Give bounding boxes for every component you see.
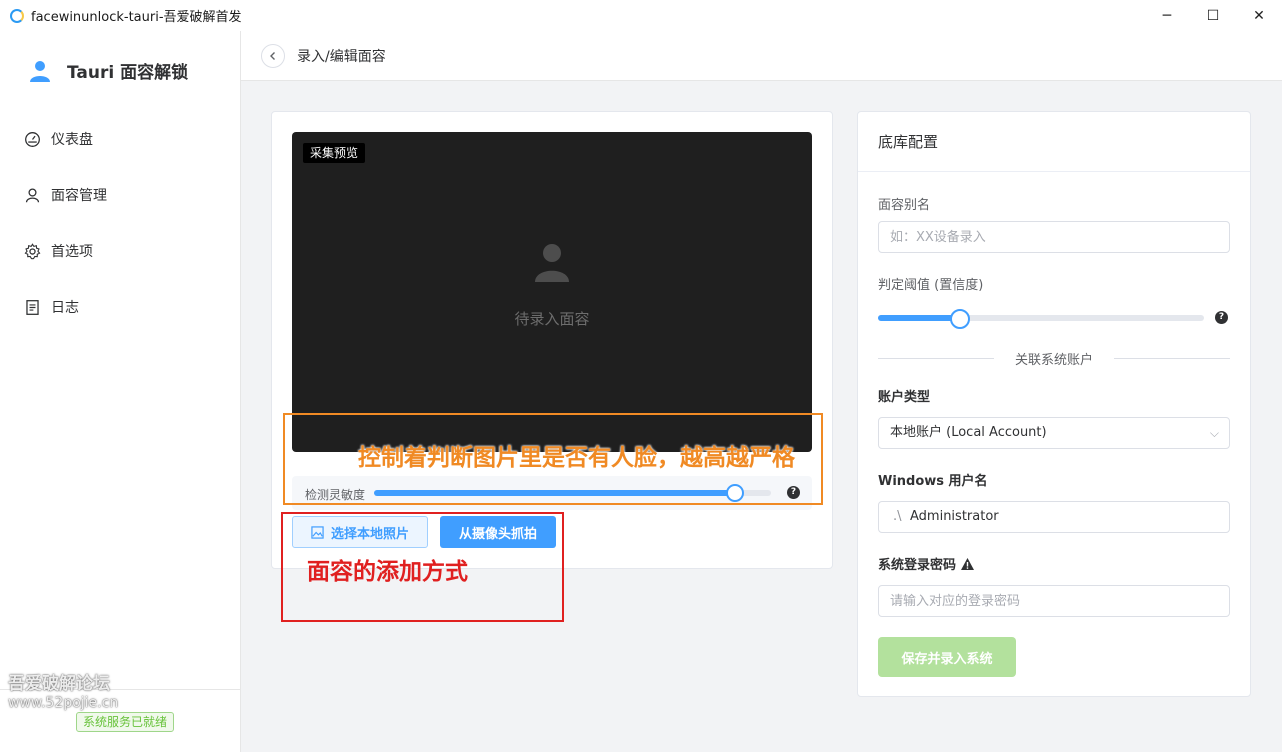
minimize-button[interactable]: ─ [1144, 0, 1190, 31]
chevron-left-icon [270, 51, 275, 60]
back-button[interactable] [261, 43, 285, 68]
preview-tag: 采集预览 [303, 143, 366, 163]
threshold-slider-thumb[interactable] [949, 309, 970, 329]
close-button[interactable]: ✕ [1236, 0, 1282, 31]
capture-preview: 采集预览 待录入面容 [292, 132, 812, 452]
brand: Tauri 面容解锁 [28, 58, 188, 83]
config-title: 底库配置 [858, 112, 1250, 172]
config-card: 底库配置 面容别名 判定阈值 (置信度) ? 关联系统账户 账户类型 本地账户 … [857, 111, 1251, 697]
gear-icon [24, 242, 41, 259]
sidebar-item-logs[interactable]: 日志 [0, 279, 240, 335]
save-button[interactable]: 保存并录入系统 [878, 637, 1016, 677]
sidebar-item-label: 仪表盘 [51, 132, 93, 148]
preview-placeholder-text: 待录入面容 [514, 310, 590, 328]
watermark-line1: 吾爱破解论坛 [8, 674, 110, 694]
user-icon [30, 60, 50, 82]
watermark: 吾爱破解论坛 www.52pojie.cn [8, 675, 118, 713]
annotation-text-orange: 控制着判断图片里是否有人脸，越高越严格 [358, 445, 795, 471]
alias-label: 面容别名 [878, 198, 931, 213]
brand-title: Tauri 面容解锁 [67, 63, 189, 83]
watermark-line2: www.52pojie.cn [8, 695, 119, 711]
account-type-label: 账户类型 [878, 390, 931, 405]
annotation-text-red: 面容的添加方式 [307, 559, 468, 585]
sidebar-nav: 仪表盘 面容管理 首选项 日志 [0, 111, 240, 335]
username-input[interactable]: .\ Administrator [878, 501, 1230, 533]
account-type-value: 本地账户 (Local Account) [890, 425, 1047, 440]
document-icon [26, 299, 39, 315]
sidebar: Tauri 面容解锁 仪表盘 面容管理 首选项 日志 系统服务已就绪 [0, 31, 241, 752]
linked-account-divider-text: 关联系统账户 [994, 349, 1114, 368]
username-label: Windows 用户名 [878, 474, 988, 489]
alias-input[interactable] [878, 221, 1230, 253]
username-prefix: .\ [893, 509, 902, 524]
page-header: 录入/编辑面容 [241, 31, 1282, 81]
status-badge: 系统服务已就绪 [76, 712, 175, 732]
avatar-placeholder-icon [535, 244, 569, 282]
sidebar-item-label: 首选项 [51, 244, 93, 260]
sidebar-item-face-management[interactable]: 面容管理 [0, 167, 240, 223]
app-icon [10, 8, 24, 23]
dashboard-icon [25, 131, 40, 147]
window-title: facewinunlock-tauri-吾爱破解首发 [31, 10, 242, 25]
password-label-text: 系统登录密码 [878, 558, 957, 573]
sidebar-item-preferences[interactable]: 首选项 [0, 223, 240, 279]
help-icon[interactable]: ? [1215, 311, 1228, 324]
account-type-select[interactable]: 本地账户 (Local Account) ⌵ [878, 417, 1230, 449]
password-label: 系统登录密码 [878, 554, 975, 573]
page-title: 录入/编辑面容 [297, 48, 386, 65]
threshold-label: 判定阈值 (置信度) [878, 278, 984, 293]
password-input[interactable] [878, 585, 1230, 617]
sidebar-item-dashboard[interactable]: 仪表盘 [0, 111, 240, 167]
chevron-down-icon: ⌵ [1209, 426, 1219, 440]
title-bar: facewinunlock-tauri-吾爱破解首发 ─ ☐ ✕ [0, 0, 1282, 31]
threshold-slider[interactable] [878, 315, 1204, 321]
window-controls: ─ ☐ ✕ [1144, 0, 1282, 31]
sidebar-item-label: 日志 [51, 300, 79, 316]
maximize-button[interactable]: ☐ [1190, 0, 1236, 31]
user-icon [25, 187, 40, 202]
sidebar-item-label: 面容管理 [51, 188, 107, 204]
threshold-slider-fill [878, 315, 960, 321]
warning-icon [961, 558, 975, 570]
username-value: Administrator [910, 509, 999, 524]
